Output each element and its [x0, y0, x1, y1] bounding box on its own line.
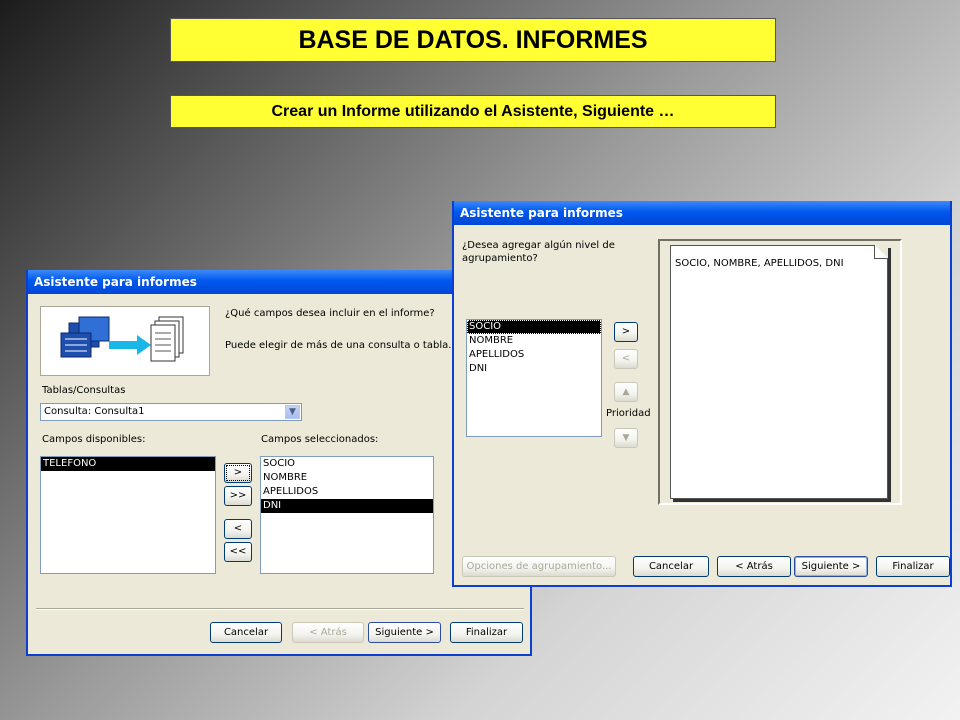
list-item[interactable]: SOCIO [261, 457, 433, 471]
tables-combobox-value: Consulta: Consulta1 [44, 406, 145, 417]
grouping-options-button[interactable]: Opciones de agrupamiento... [462, 556, 616, 577]
available-fields-list[interactable]: TELEFONO [40, 456, 216, 574]
remove-all-button[interactable]: << [224, 542, 252, 562]
fields-question: ¿Qué campos desea incluir en el informe? [225, 308, 435, 319]
available-fields-label: Campos disponibles: [42, 434, 146, 445]
page-subtitle: Crear un Informe utilizando el Asistente… [170, 95, 776, 128]
arrow-up-icon: ▲ [622, 387, 630, 397]
next-button[interactable]: Siguiente > [368, 622, 441, 643]
report-preview-pane: SOCIO, NOMBRE, APELLIDOS, DNI [658, 239, 902, 505]
list-item[interactable]: DNI [261, 499, 433, 513]
list-item[interactable]: TELEFONO [41, 457, 215, 471]
selected-fields-list[interactable]: SOCIO NOMBRE APELLIDOS DNI [260, 456, 434, 574]
remove-one-button[interactable]: < [224, 519, 252, 539]
list-item[interactable]: APELLIDOS [467, 348, 601, 362]
move-one-button[interactable]: > [224, 463, 252, 483]
back-button[interactable]: < Atrás [717, 556, 791, 577]
report-preview-page: SOCIO, NOMBRE, APELLIDOS, DNI [670, 245, 888, 499]
priority-up-button[interactable]: ▲ [614, 382, 638, 402]
report-wizard-grouping-dialog: Asistente para informes ¿Desea agregar a… [452, 201, 952, 587]
wizard-illustration [40, 306, 210, 376]
tables-to-report-icon [45, 311, 207, 373]
cancel-button[interactable]: Cancelar [210, 622, 282, 643]
arrow-down-icon: ▼ [622, 433, 630, 443]
grouping-fields-list[interactable]: SOCIO NOMBRE APELLIDOS DNI [466, 319, 602, 437]
remove-group-button[interactable]: < [614, 349, 638, 369]
next-button[interactable]: Siguiente > [794, 556, 868, 577]
page-title: BASE DE DATOS. INFORMES [170, 18, 776, 62]
grouping-question: ¿Desea agregar algún nivel de agrupamien… [462, 240, 615, 264]
preview-fields-text: SOCIO, NOMBRE, APELLIDOS, DNI [675, 258, 844, 269]
priority-down-button[interactable]: ▼ [614, 428, 638, 448]
cancel-button[interactable]: Cancelar [633, 556, 709, 577]
tables-label: Tablas/Consultas [42, 385, 126, 396]
list-item[interactable]: APELLIDOS [261, 485, 433, 499]
back-button[interactable]: < Atrás [292, 622, 364, 643]
tables-combobox[interactable]: Consulta: Consulta1 ▼ [40, 403, 302, 421]
finish-button[interactable]: Finalizar [876, 556, 950, 577]
move-all-button[interactable]: >> [224, 486, 252, 506]
finish-button[interactable]: Finalizar [450, 622, 523, 643]
list-item[interactable]: DNI [467, 362, 601, 376]
list-item[interactable]: SOCIO [467, 320, 601, 334]
page-fold-icon [874, 245, 888, 259]
priority-label: Prioridad [606, 408, 651, 419]
list-item[interactable]: NOMBRE [261, 471, 433, 485]
list-item[interactable]: NOMBRE [467, 334, 601, 348]
fields-hint: Puede elegir de más de una consulta o ta… [225, 340, 452, 351]
add-group-button[interactable]: > [614, 322, 638, 342]
divider [36, 608, 524, 610]
dialog-titlebar: Asistente para informes [454, 201, 950, 225]
selected-fields-label: Campos seleccionados: [261, 434, 379, 445]
chevron-down-icon[interactable]: ▼ [285, 405, 300, 419]
